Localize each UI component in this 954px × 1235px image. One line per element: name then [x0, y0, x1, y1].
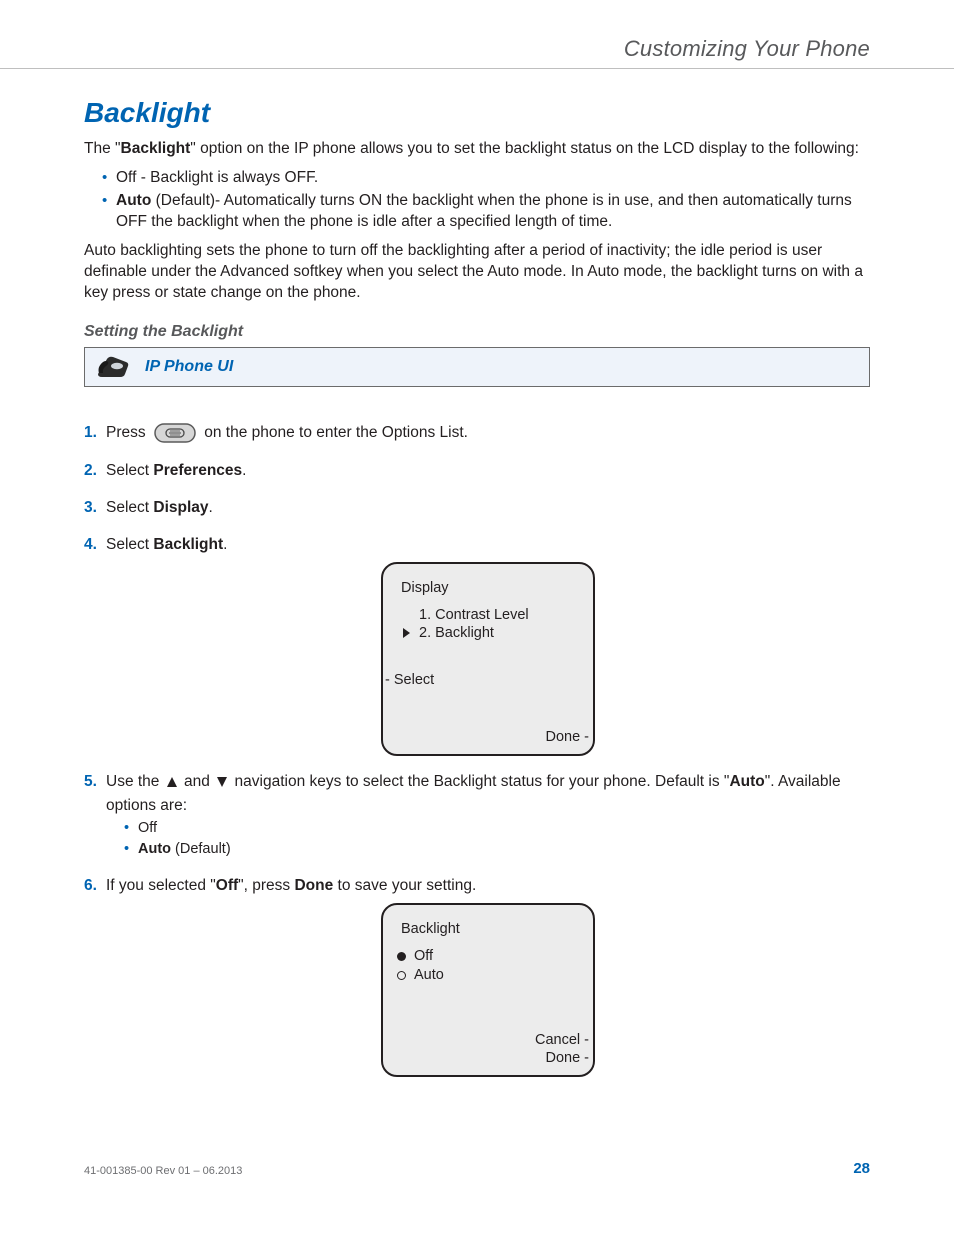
running-head: Customizing Your Phone — [84, 36, 870, 62]
text: Select — [106, 462, 153, 479]
text: navigation keys to select the Backlight … — [235, 773, 730, 790]
lcd-softkey-done: Done - — [393, 1049, 589, 1067]
radio-unselected-icon — [397, 971, 406, 980]
text-bold: Auto — [116, 192, 151, 209]
intro-bullets: Off - Backlight is always OFF. Auto (Def… — [84, 168, 870, 233]
doc-reference: 41-001385-00 Rev 01 – 06.2013 — [84, 1165, 242, 1177]
header-rule — [84, 68, 870, 69]
text: Auto — [414, 966, 444, 985]
text-bold: Auto — [729, 773, 764, 790]
lcd-softkey-cancel: Cancel - — [393, 1031, 589, 1049]
text: " option on the IP phone allows you to s… — [190, 140, 859, 157]
step-4: Select Backlight. Display 1. Contrast Le… — [84, 533, 870, 756]
lcd-title: Display — [393, 578, 583, 600]
text: and — [184, 773, 210, 790]
step-1: Press on the phone to enter the Options … — [84, 421, 870, 444]
step5-options: Off Auto (Default) — [106, 819, 870, 860]
lcd-softkey-right: Cancel - Done - — [393, 1031, 589, 1067]
text: to save your setting. — [333, 877, 476, 894]
paragraph: Auto backlighting sets the phone to turn… — [84, 241, 870, 304]
option-auto: Auto (Default) — [124, 840, 870, 860]
text: on the phone to enter the Options List. — [204, 424, 468, 441]
text: Press — [106, 424, 146, 441]
lcd-item: 1. Contrast Level — [419, 606, 583, 624]
text-bold: Display — [153, 499, 208, 516]
lcd-backlight-menu: Backlight Off Auto Cancel - Done - — [381, 903, 595, 1077]
steps-list: Press on the phone to enter the Options … — [84, 421, 870, 1076]
text: Select — [106, 536, 153, 553]
lcd-softkey-right: Done - — [393, 728, 589, 746]
text-bold: Backlight — [153, 536, 223, 553]
banner-label: IP Phone UI — [145, 358, 233, 376]
lcd-title: Backlight — [393, 919, 583, 941]
text: ", press — [238, 877, 294, 894]
step-2: Select Preferences. — [84, 459, 870, 482]
text-bold: Backlight — [121, 140, 191, 157]
lcd-option-off: Off — [393, 947, 583, 966]
intro-paragraph: The "Backlight" option on the IP phone a… — [84, 139, 870, 160]
text-bold: Off — [216, 877, 238, 894]
options-key-icon — [154, 423, 196, 443]
sub-heading: Setting the Backlight — [84, 323, 870, 341]
text: If you selected " — [106, 877, 216, 894]
bullet-auto: Auto (Default)- Automatically turns ON t… — [102, 191, 870, 233]
option-off: Off — [124, 819, 870, 839]
lcd-list: 1. Contrast Level 2. Backlight — [393, 606, 583, 642]
phone-icon — [95, 354, 131, 380]
text: The " — [84, 140, 121, 157]
text: Select — [106, 499, 153, 516]
lcd-option-auto: Auto — [393, 966, 583, 985]
text: . — [242, 462, 246, 479]
nav-down-icon — [216, 776, 228, 788]
text: . — [209, 499, 213, 516]
section-title: Backlight — [84, 97, 870, 129]
lcd-display-menu: Display 1. Contrast Level 2. Backlight -… — [381, 562, 595, 756]
nav-up-icon — [166, 776, 178, 788]
step-3: Select Display. — [84, 496, 870, 519]
text-bold: Done — [294, 877, 333, 894]
text: (Default) — [171, 841, 231, 857]
text: Off — [414, 947, 433, 966]
lcd-item-selected: 2. Backlight — [419, 624, 583, 642]
ip-phone-ui-banner: IP Phone UI — [84, 347, 870, 387]
page-number: 28 — [853, 1160, 870, 1177]
text-bold: Auto — [138, 841, 171, 857]
step-6: If you selected "Off", press Done to sav… — [84, 874, 870, 1077]
text: (Default)- Automatically turns ON the ba… — [116, 192, 852, 230]
text: Use the — [106, 773, 159, 790]
page: Customizing Your Phone Backlight The "Ba… — [0, 0, 954, 1235]
page-footer: 41-001385-00 Rev 01 – 06.2013 28 — [84, 1160, 870, 1177]
text-bold: Preferences — [153, 462, 242, 479]
radio-selected-icon — [397, 952, 406, 961]
lcd-softkey-left: - Select — [385, 670, 583, 692]
text: . — [223, 536, 227, 553]
bullet-off: Off - Backlight is always OFF. — [102, 168, 870, 189]
step-5: Use the and navigation keys to select th… — [84, 770, 870, 860]
